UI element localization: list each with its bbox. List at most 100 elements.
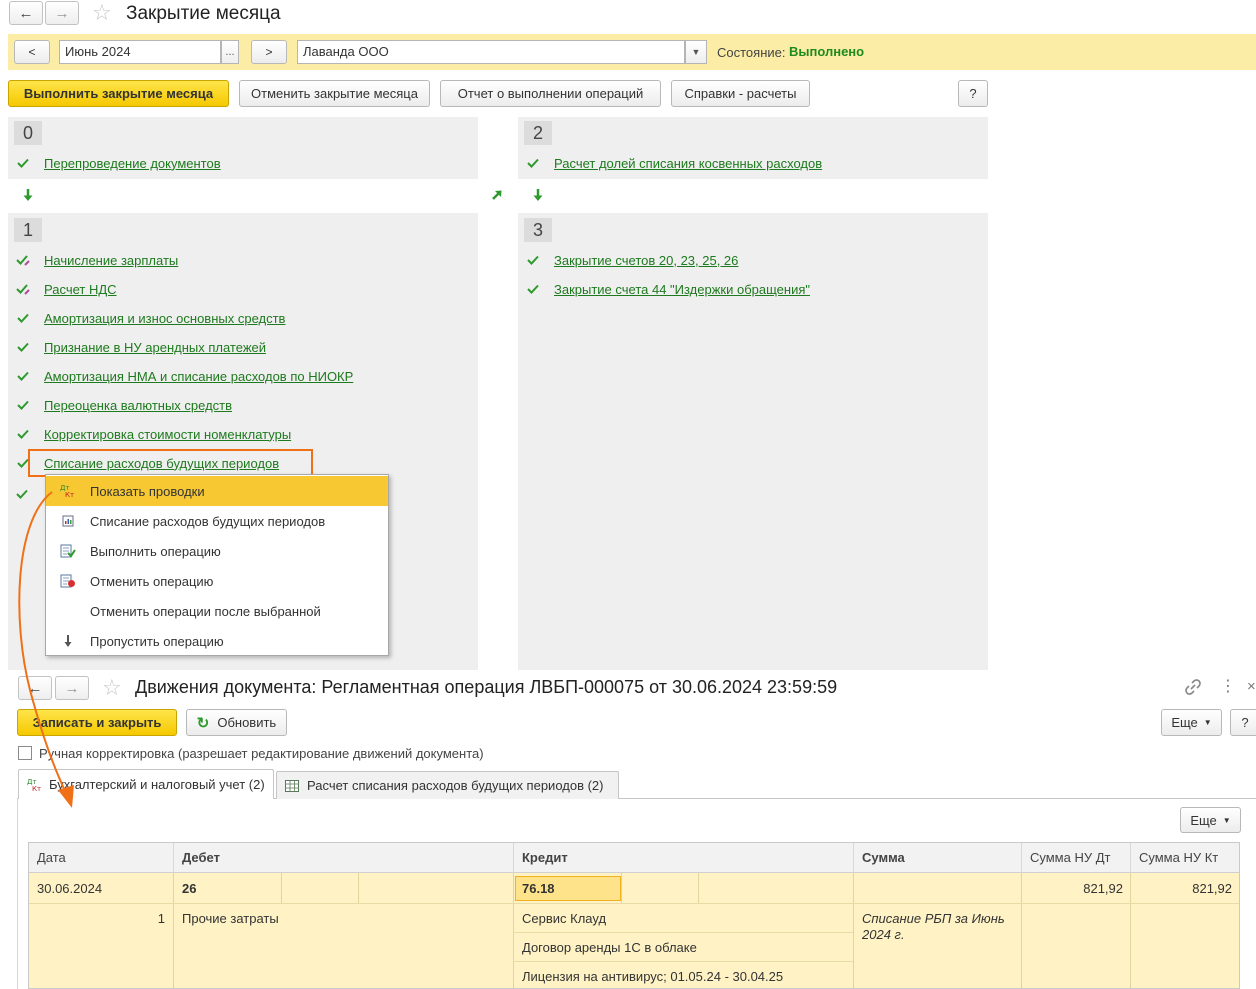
- cell-content[interactable]: Списание РБП за Июнь 2024 г.: [862, 911, 1014, 943]
- op-link[interactable]: Расчет долей списания косвенных расходов: [554, 156, 822, 171]
- cell-debit-subconto[interactable]: Прочие затраты: [182, 904, 279, 932]
- col-debit[interactable]: Дебет: [174, 843, 514, 873]
- check-edit-icon: [16, 253, 30, 267]
- arrow-left-icon: ←: [18, 4, 34, 22]
- cancel-closing-button[interactable]: Отменить закрытие месяца: [239, 80, 430, 107]
- stage-1-op-2[interactable]: Расчет НДС: [16, 279, 117, 299]
- stage-1-op-7[interactable]: Корректировка стоимости номенклатуры: [16, 424, 291, 444]
- stage-1-op-4[interactable]: Признание в НУ арендных платежей: [16, 337, 266, 357]
- cell-credit-subconto-3[interactable]: Лицензия на антивирус; 01.05.24 - 30.04.…: [522, 962, 783, 988]
- back-button[interactable]: ←: [9, 1, 43, 25]
- check-icon: [16, 340, 30, 354]
- favorite-star-icon[interactable]: ☆: [102, 677, 122, 699]
- arrow-diagonal-icon: [491, 189, 503, 204]
- col-date[interactable]: Дата: [29, 843, 174, 873]
- op-link[interactable]: Закрытие счетов 20, 23, 25, 26: [554, 253, 738, 268]
- back-button[interactable]: ←: [18, 676, 52, 700]
- cell-sum-nu-dt[interactable]: 821,92: [1022, 873, 1123, 903]
- chevron-down-icon: ▼: [1222, 815, 1231, 825]
- stage-3-op-2[interactable]: Закрытие счета 44 "Издержки обращения": [526, 279, 810, 299]
- execute-icon: [46, 544, 90, 558]
- next-period-button[interactable]: >: [251, 40, 287, 64]
- tab-content-border: [17, 798, 18, 989]
- help-button[interactable]: ?: [958, 80, 988, 107]
- stage-1-op-1[interactable]: Начисление зарплаты: [16, 250, 178, 270]
- arrow-down-icon: [46, 634, 90, 648]
- dt-kt-icon: Дт Кт: [46, 484, 90, 498]
- menu-execute-operation[interactable]: Выполнить операцию: [46, 536, 388, 566]
- chevron-down-icon: ▼: [691, 47, 701, 57]
- stage-3-op-1[interactable]: Закрытие счетов 20, 23, 25, 26: [526, 250, 738, 270]
- period-field[interactable]: Июнь 2024: [59, 40, 221, 64]
- stage-2-op-1[interactable]: Расчет долей списания косвенных расходов: [526, 153, 822, 173]
- check-icon: [16, 311, 30, 325]
- highlight-frame: [28, 449, 313, 477]
- organization-dropdown-button[interactable]: ▼: [685, 40, 707, 64]
- help-button[interactable]: ?: [1230, 709, 1256, 736]
- stage-3-number: 3: [524, 218, 552, 242]
- tab-rbp-calculation[interactable]: Расчет списания расходов будущих периодо…: [276, 771, 619, 799]
- context-menu: Дт Кт Показать проводки Списание расходов…: [45, 474, 389, 656]
- check-icon: [526, 156, 540, 170]
- stage-1-op-3[interactable]: Амортизация и износ основных средств: [16, 308, 285, 328]
- execute-closing-button[interactable]: Выполнить закрытие месяца: [8, 80, 229, 107]
- check-icon: [526, 282, 540, 296]
- calculation-refs-button[interactable]: Справки - расчеты: [671, 80, 810, 107]
- op-link[interactable]: Амортизация и износ основных средств: [44, 311, 285, 326]
- stage-1-op-6[interactable]: Переоценка валютных средств: [16, 395, 232, 415]
- menu-skip-operation[interactable]: Пропустить операцию: [46, 626, 388, 656]
- cell-line-number: 1: [157, 910, 165, 926]
- stage-1-number: 1: [14, 218, 42, 242]
- manual-correction-checkbox[interactable]: [18, 746, 32, 760]
- cell-date[interactable]: 30.06.2024: [37, 873, 102, 903]
- stage-1-op-5[interactable]: Амортизация НМА и списание расходов по Н…: [16, 366, 353, 386]
- cell-sum-nu-kt[interactable]: 821,92: [1131, 873, 1232, 903]
- menu-show-entries[interactable]: Дт Кт Показать проводки: [46, 476, 388, 506]
- more-button[interactable]: Еще ▼: [1161, 709, 1222, 736]
- arrow-down-icon: [532, 188, 544, 205]
- forward-button[interactable]: →: [55, 676, 89, 700]
- col-sum-nu-kt[interactable]: Сумма НУ Кт: [1131, 843, 1239, 873]
- prev-period-button[interactable]: <: [14, 40, 50, 64]
- menu-cancel-after[interactable]: Отменить операции после выбранной: [46, 596, 388, 626]
- op-link[interactable]: Корректировка стоимости номенклатуры: [44, 427, 291, 442]
- cell-credit-subconto-1[interactable]: Сервис Клауд: [522, 904, 606, 932]
- op-link[interactable]: Расчет НДС: [44, 282, 117, 297]
- tab-accounting[interactable]: Дт Кт Бухгалтерский и налоговый учет (2): [18, 769, 274, 799]
- period-select-button[interactable]: ...: [221, 40, 239, 64]
- op-link[interactable]: Признание в НУ арендных платежей: [44, 340, 266, 355]
- op-link[interactable]: Перепроведение документов: [44, 156, 221, 171]
- cell-credit[interactable]: 76.18: [515, 876, 621, 901]
- close-icon[interactable]: ×: [1247, 678, 1256, 695]
- organization-field[interactable]: Лаванда ООО: [297, 40, 685, 64]
- menu-open-document[interactable]: Списание расходов будущих периодов: [46, 506, 388, 536]
- arrow-right-icon: →: [54, 4, 70, 22]
- more-button[interactable]: Еще ▼: [1180, 807, 1241, 833]
- op-link[interactable]: Амортизация НМА и списание расходов по Н…: [44, 369, 353, 384]
- refresh-button[interactable]: ↻ Обновить: [186, 709, 287, 736]
- stage-0-op-1[interactable]: Перепроведение документов: [16, 153, 221, 173]
- table-icon: [285, 779, 299, 792]
- col-sum-nu-dt[interactable]: Сумма НУ Дт: [1022, 843, 1131, 873]
- op-link[interactable]: Начисление зарплаты: [44, 253, 178, 268]
- cell-credit-subconto-2[interactable]: Договор аренды 1С в облаке: [522, 933, 697, 961]
- check-icon: [16, 427, 30, 441]
- forward-button[interactable]: →: [45, 1, 79, 25]
- check-edit-icon: [16, 282, 30, 296]
- cell-debit[interactable]: 26: [182, 873, 196, 903]
- favorite-star-icon[interactable]: ☆: [92, 2, 112, 24]
- menu-cancel-operation[interactable]: Отменить операцию: [46, 566, 388, 596]
- link-icon[interactable]: [1184, 678, 1202, 699]
- arrow-down-icon: [22, 188, 34, 205]
- check-icon: [16, 369, 30, 383]
- col-credit[interactable]: Кредит: [514, 843, 854, 873]
- arrow-left-icon: ←: [27, 679, 43, 697]
- op-link[interactable]: Переоценка валютных средств: [44, 398, 232, 413]
- refresh-icon: ↻: [196, 714, 210, 732]
- entries-table: Дата Дебет Кредит Сумма Сумма НУ Дт Сумм…: [28, 842, 1240, 989]
- save-close-button[interactable]: Записать и закрыть: [17, 709, 177, 736]
- col-sum[interactable]: Сумма: [854, 843, 1022, 873]
- more-vertical-icon[interactable]: ⋮: [1220, 679, 1236, 695]
- op-link[interactable]: Закрытие счета 44 "Издержки обращения": [554, 282, 810, 297]
- operations-report-button[interactable]: Отчет о выполнении операций: [440, 80, 661, 107]
